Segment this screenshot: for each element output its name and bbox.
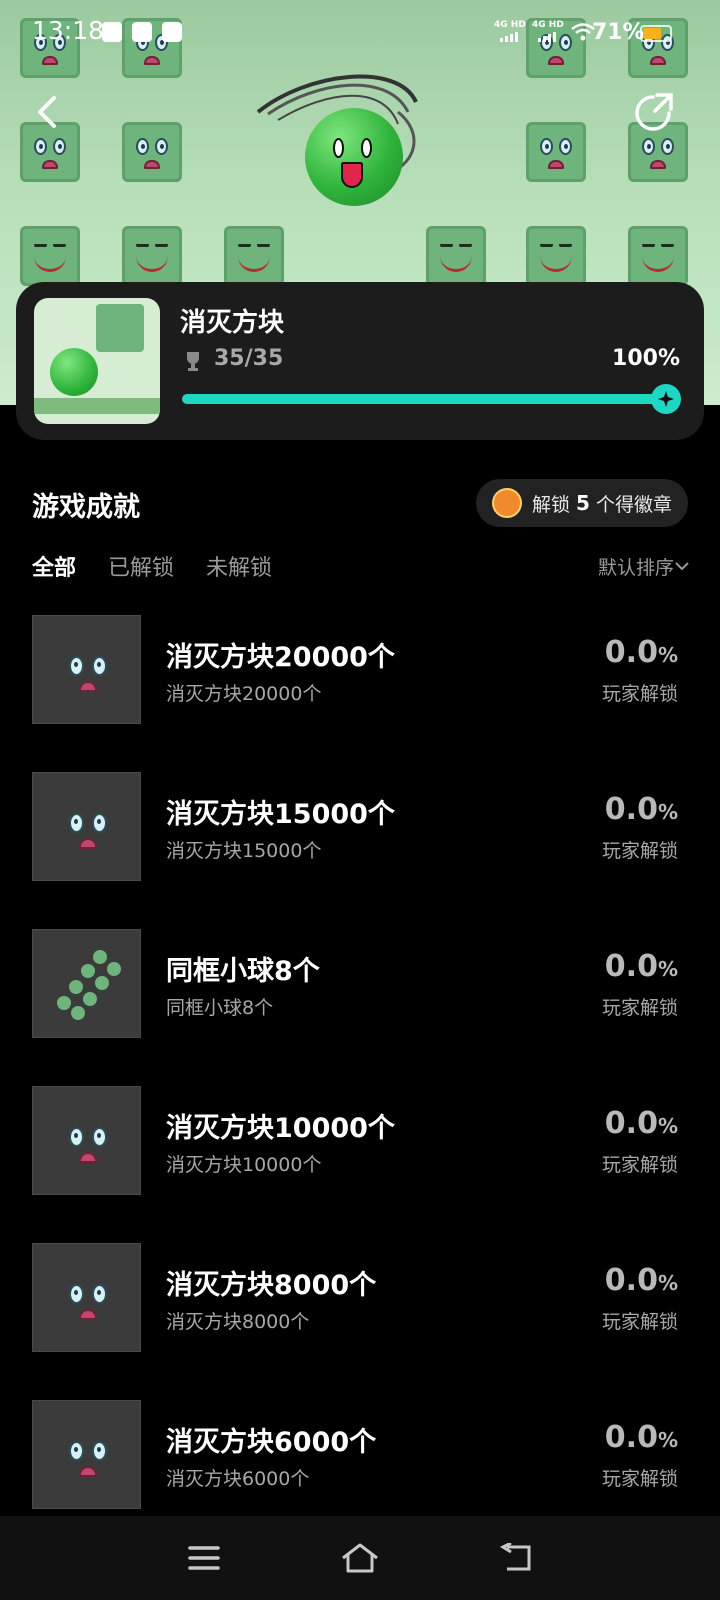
- medal-icon: [492, 488, 522, 518]
- trophy-icon: [187, 352, 199, 371]
- unlock-rate-label: 玩家解锁: [601, 840, 678, 862]
- achievement-row[interactable]: 同框小球8个 同框小球8个 0.0% 玩家解锁: [0, 929, 720, 1086]
- chevron-left-icon: [38, 96, 56, 128]
- mail-icon: [102, 22, 122, 42]
- achievement-subtitle: 消灭方块20000个: [166, 683, 322, 705]
- unlock-rate: 0.0%: [604, 1263, 678, 1298]
- sort-dropdown[interactable]: 默认排序: [598, 553, 674, 580]
- filter-tabs: 全部 已解锁 未解锁: [32, 550, 272, 582]
- share-icon: [635, 93, 673, 131]
- unlock-rate: 0.0%: [604, 1106, 678, 1141]
- smiling-block-icon: [20, 226, 80, 286]
- game-title: 消灭方块: [180, 308, 285, 338]
- back-button[interactable]: [24, 88, 72, 136]
- game-thumbnail: [34, 298, 160, 424]
- signal-icon: [538, 32, 556, 42]
- achievement-subtitle: 消灭方块8000个: [166, 1311, 310, 1333]
- block-face-icon: [53, 1107, 123, 1177]
- achievement-row[interactable]: 消灭方块20000个 消灭方块20000个 0.0% 玩家解锁: [0, 615, 720, 772]
- unlock-rate: 0.0%: [604, 635, 678, 670]
- block-face-icon: [53, 793, 123, 863]
- battery-percent: 71%: [592, 20, 645, 45]
- achievement-title: 消灭方块15000个: [166, 799, 395, 830]
- badge-suffix: 个得徽章: [595, 493, 672, 516]
- system-nav-bar: [0, 1516, 720, 1600]
- achievement-row[interactable]: 消灭方块15000个 消灭方块15000个 0.0% 玩家解锁: [0, 772, 720, 929]
- achievement-subtitle: 消灭方块15000个: [166, 840, 322, 862]
- badge-unlock-button[interactable]: 解锁 5 个得徽章: [476, 479, 688, 527]
- achievement-row[interactable]: 消灭方块8000个 消灭方块8000个 0.0% 玩家解锁: [0, 1243, 720, 1400]
- achievement-subtitle: 同框小球8个: [166, 997, 274, 1019]
- achievement-title: 消灭方块10000个: [166, 1113, 395, 1144]
- home-icon: [342, 1543, 378, 1573]
- section-title: 游戏成就: [32, 492, 140, 523]
- block-face-icon: [53, 1421, 123, 1491]
- balls-icon: [57, 950, 121, 1020]
- block-face-icon: [53, 1264, 123, 1334]
- back-icon: [499, 1543, 531, 1571]
- badge-count: 5: [576, 491, 590, 515]
- share-button[interactable]: [630, 88, 678, 136]
- game-card[interactable]: 消灭方块 35/35 100%: [16, 282, 704, 440]
- play-icon: [132, 22, 152, 42]
- signal-icon: [500, 32, 518, 42]
- unlock-rate: 0.0%: [604, 1420, 678, 1455]
- achievement-thumbnail: [32, 1086, 141, 1195]
- unlock-rate: 0.0%: [604, 792, 678, 827]
- green-ball-icon: [50, 348, 98, 396]
- achievement-subtitle: 消灭方块10000个: [166, 1154, 322, 1176]
- badge-prefix: 解锁: [532, 493, 571, 516]
- progress-bar: [182, 384, 681, 414]
- green-ball-mascot: [305, 108, 403, 206]
- menu-button[interactable]: [181, 1535, 227, 1581]
- block-face-icon: [96, 304, 144, 352]
- unlock-rate-label: 玩家解锁: [601, 997, 678, 1019]
- baidu-icon: [162, 22, 182, 42]
- block-face-icon: [526, 122, 586, 182]
- tab-unlocked[interactable]: 已解锁: [108, 550, 174, 582]
- achievement-subtitle: 消灭方块6000个: [166, 1468, 310, 1490]
- progress-star-icon: [651, 384, 681, 414]
- block-face-icon: [122, 122, 182, 182]
- achievement-list: 消灭方块20000个 消灭方块20000个 0.0% 玩家解锁 消灭方块1500…: [0, 615, 720, 1557]
- unlock-rate: 0.0%: [604, 949, 678, 984]
- tab-locked[interactable]: 未解锁: [206, 550, 272, 582]
- home-button[interactable]: [337, 1535, 383, 1581]
- smiling-block-icon: [628, 226, 688, 286]
- status-bar: 13:18 4G HD 4G HD 71%: [0, 0, 720, 62]
- unlock-rate-label: 玩家解锁: [601, 1311, 678, 1333]
- achievement-thumbnail: [32, 772, 141, 881]
- tab-all[interactable]: 全部: [32, 550, 76, 582]
- achievement-title: 消灭方块6000个: [166, 1427, 377, 1458]
- achievement-progress-percent: 100%: [612, 346, 680, 371]
- achievement-title: 消灭方块8000个: [166, 1270, 377, 1301]
- network-label: 4G HD: [532, 20, 564, 30]
- unlock-rate-label: 玩家解锁: [601, 1154, 678, 1176]
- menu-icon: [188, 1546, 220, 1570]
- achievement-thumbnail: [32, 1243, 141, 1352]
- status-time: 13:18: [32, 16, 105, 45]
- smiling-block-icon: [526, 226, 586, 286]
- achievement-thumbnail: [32, 1400, 141, 1509]
- unlock-rate-label: 玩家解锁: [601, 1468, 678, 1490]
- smiling-block-icon: [122, 226, 182, 286]
- battery-icon: [640, 25, 672, 42]
- progress-bar-fill: [182, 394, 666, 404]
- block-face-icon: [53, 636, 123, 706]
- achievement-title: 消灭方块20000个: [166, 642, 395, 673]
- back-nav-button[interactable]: [493, 1535, 539, 1581]
- achievement-thumbnail: [32, 615, 141, 724]
- unlock-rate-label: 玩家解锁: [601, 683, 678, 705]
- achievement-thumbnail: [32, 929, 141, 1038]
- achievement-title: 同框小球8个: [166, 956, 320, 987]
- network-label: 4G HD: [494, 20, 526, 30]
- smiling-block-icon: [426, 226, 486, 286]
- chevron-down-icon[interactable]: [674, 558, 690, 574]
- smiling-block-icon: [224, 226, 284, 286]
- achievement-progress-count: 35/35: [214, 346, 284, 371]
- achievement-row[interactable]: 消灭方块10000个 消灭方块10000个 0.0% 玩家解锁: [0, 1086, 720, 1243]
